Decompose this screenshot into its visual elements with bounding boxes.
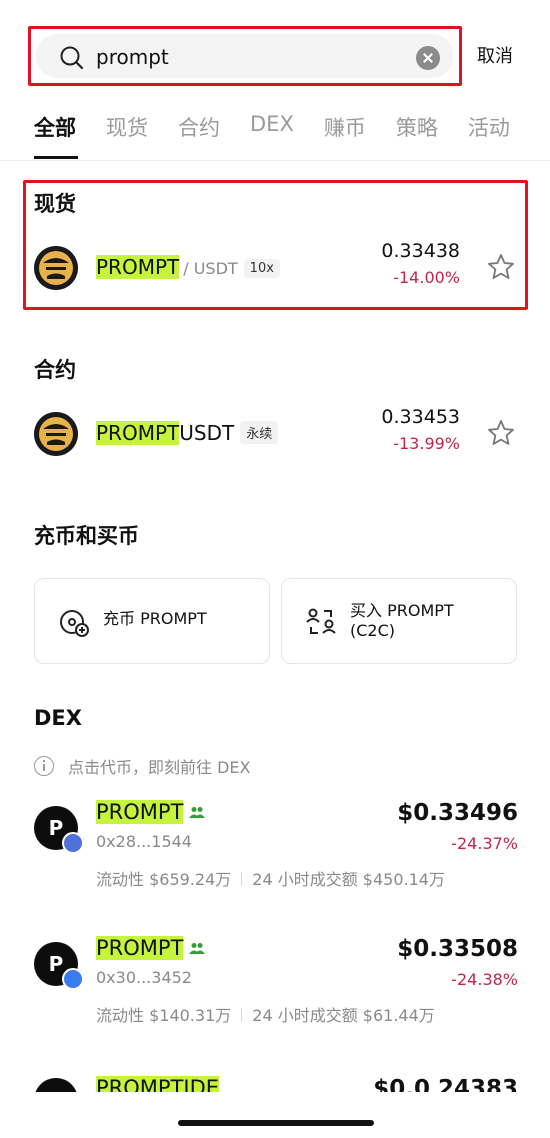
favorite-star-icon[interactable] [486, 418, 516, 448]
perpetual-badge: 永续 [240, 421, 279, 444]
volume-24h: 24 小时成交额 $61.44万 [252, 1006, 435, 1025]
section-title-deposit: 充币和买币 [34, 524, 139, 548]
favorite-star-icon[interactable] [486, 252, 516, 282]
pair-quote: USDT [179, 421, 235, 445]
clear-icon[interactable] [416, 46, 440, 70]
tab-spot[interactable]: 现货 [106, 112, 148, 142]
token-name: PROMPT [96, 936, 206, 960]
dex-result-row[interactable]: P PROMPT 0x28...1544 流动性 $659.24万 24 小时成交… [34, 800, 518, 906]
category-tabs: 全部 现货 合约 DEX 赚币 策略 活动 [34, 112, 550, 162]
ethereum-chain-icon [62, 832, 84, 854]
info-icon [34, 756, 54, 776]
divider [0, 160, 550, 161]
token-address: 0x28...1544 [96, 832, 192, 851]
futures-result-row[interactable]: PROMPTUSDT 永续 0.33453 -13.99% [34, 406, 518, 456]
prompt-coin-logo [34, 246, 78, 290]
leverage-badge: 10x [243, 259, 280, 278]
token-price: $0.33496 [397, 800, 518, 826]
section-title-futures: 合约 [34, 358, 76, 382]
spot-pair: PROMPT / USDT 10x [96, 255, 280, 279]
search-input[interactable]: prompt [36, 34, 454, 78]
token-name-text: PROMPTIDE [96, 1076, 220, 1092]
search-annotation-frame: prompt [28, 26, 462, 86]
pair-base: PROMPT [96, 421, 180, 445]
dex-result-row[interactable]: P PROMPT 0x30...3452 流动性 $140.31万 24 小时成交… [34, 936, 518, 1042]
section-title-spot: 现货 [34, 192, 76, 216]
liquidity: 流动性 $659.24万 [96, 870, 232, 889]
p2p-trade-icon [306, 608, 336, 634]
pair-base: PROMPT [96, 255, 180, 279]
prompt-coin-logo [34, 412, 78, 456]
spot-price: 0.33438 [381, 240, 460, 262]
futures-pair: PROMPTUSDT 永续 [96, 421, 279, 445]
token-name: PROMPT [96, 800, 206, 824]
deposit-button[interactable]: 充币 PROMPT [34, 578, 270, 664]
dex-result-row-partial[interactable]: PROMPTIDE $0.0 24383 [34, 1072, 518, 1092]
community-icon [189, 943, 206, 954]
base-chain-icon [62, 968, 84, 990]
pair-quote: / USDT [183, 259, 238, 278]
token-logo [34, 1078, 78, 1092]
spot-change: -14.00% [393, 268, 460, 287]
token-name-text: PROMPT [96, 936, 184, 960]
token-stats: 流动性 $659.24万 24 小时成交额 $450.14万 [96, 866, 445, 890]
token-name-text: PROMPT [96, 800, 184, 824]
futures-change: -13.99% [393, 434, 460, 453]
tab-dex[interactable]: DEX [250, 112, 294, 136]
token-name: PROMPTIDE [96, 1076, 220, 1092]
futures-price: 0.33453 [381, 406, 460, 428]
dex-note-text: 点击代币，即刻前往 DEX [68, 758, 251, 777]
volume-24h: 24 小时成交额 $450.14万 [252, 870, 445, 889]
tab-futures[interactable]: 合约 [178, 112, 220, 142]
token-price: $0.0 24383 [373, 1076, 518, 1092]
buy-label-line2: (C2C) [350, 621, 396, 640]
token-change: -24.38% [451, 970, 518, 989]
token-change: -24.37% [451, 834, 518, 853]
tab-all[interactable]: 全部 [34, 112, 76, 142]
deposit-icon [60, 610, 89, 637]
home-indicator [178, 1120, 374, 1126]
buy-label-line1: 买入 PROMPT [350, 601, 454, 620]
dex-note: 点击代币，即刻前往 DEX [34, 754, 250, 778]
buy-label: 买入 PROMPT (C2C) [350, 601, 454, 641]
search-icon [60, 46, 84, 70]
spot-result-row[interactable]: PROMPT / USDT 10x 0.33438 -14.00% [34, 240, 518, 290]
tab-strategy[interactable]: 策略 [396, 112, 438, 142]
token-price: $0.33508 [397, 936, 518, 962]
token-stats: 流动性 $140.31万 24 小时成交额 $61.44万 [96, 1002, 435, 1026]
cancel-button[interactable]: 取消 [477, 42, 513, 68]
tab-events[interactable]: 活动 [468, 112, 510, 142]
liquidity: 流动性 $140.31万 [96, 1006, 232, 1025]
deposit-label: 充币 PROMPT [103, 609, 207, 628]
buy-c2c-button[interactable]: 买入 PROMPT (C2C) [281, 578, 517, 664]
stat-divider [241, 1008, 243, 1022]
active-tab-indicator [34, 156, 78, 159]
stat-divider [241, 872, 243, 886]
token-address: 0x30...3452 [96, 968, 192, 987]
tab-earn[interactable]: 赚币 [324, 112, 366, 142]
community-icon [189, 807, 206, 818]
section-title-dex: DEX [34, 706, 82, 730]
search-query: prompt [96, 45, 169, 69]
